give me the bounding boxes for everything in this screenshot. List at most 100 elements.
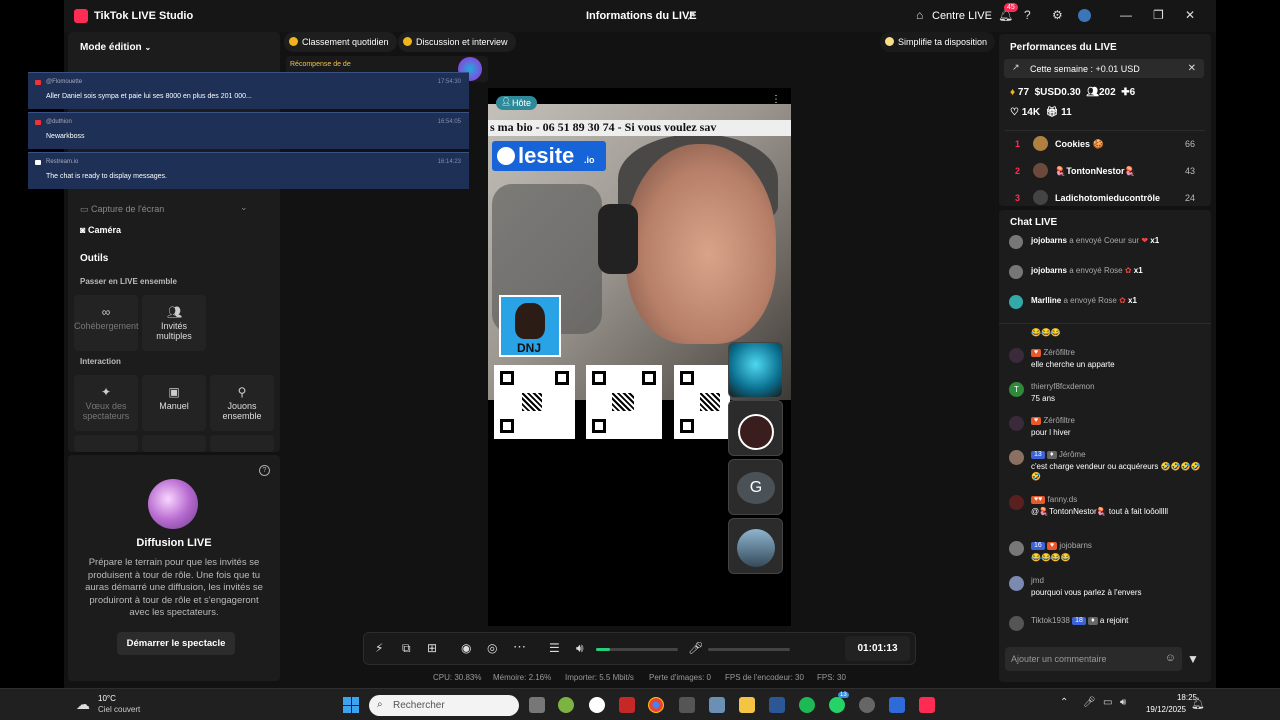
mic-tray-icon[interactable]: 🎤︎ — [1083, 697, 1096, 708]
jouons-button[interactable]: ⚲ Jouons ensemble — [210, 375, 274, 431]
guest-tile-3[interactable]: G — [728, 459, 783, 515]
start-show-button[interactable]: Démarrer le spectacle — [117, 632, 235, 655]
chat-text: pour l hiver — [1031, 428, 1071, 437]
screen-capture-item[interactable]: ▭ Capture de l'écran — [80, 204, 164, 215]
avatar — [1033, 190, 1048, 205]
chevron-down-icon[interactable]: ⌄ — [240, 202, 248, 213]
avatar — [1009, 450, 1024, 465]
task-view-icon[interactable] — [529, 697, 545, 713]
new-followers-icon: ✚ — [1121, 87, 1130, 98]
network-icon[interactable]: ▭ — [1103, 697, 1112, 708]
emoji-icon[interactable]: ☺ — [1165, 652, 1176, 664]
maximize-icon[interactable]: ❐ — [1153, 8, 1164, 22]
disco-ball-icon — [148, 479, 198, 529]
ranking-row[interactable]: 2 🪼TontonNestor🪼 43 — [1015, 163, 1195, 179]
chrome-icon[interactable] — [648, 697, 664, 713]
tool-row-item[interactable] — [210, 435, 274, 452]
clock-date[interactable]: 19/12/2025 — [1140, 705, 1186, 714]
classement-chip[interactable]: Classement quotidien — [284, 32, 397, 52]
ranking-row[interactable]: 3 Ladichotomieducontrôle 24 — [1015, 190, 1195, 206]
mode-edition-dropdown[interactable]: Mode édition ⌄ — [80, 42, 151, 53]
weather-temp[interactable]: 10°C — [98, 694, 116, 703]
avatar — [1009, 348, 1024, 363]
taskbar-search[interactable]: ⌕ Rechercher — [369, 695, 519, 716]
share-icon[interactable]: ↗ — [686, 9, 696, 23]
avatar — [1009, 235, 1023, 249]
app-icon[interactable] — [859, 697, 875, 713]
centre-live-link[interactable]: Centre LIVE — [932, 10, 992, 22]
tool-row-item[interactable] — [74, 435, 138, 452]
calculator-icon[interactable] — [709, 697, 725, 713]
app-icon[interactable] — [889, 697, 905, 713]
volume-tray-icon[interactable]: 🔊︎ — [1120, 697, 1126, 708]
whatsapp-icon[interactable] — [829, 697, 845, 713]
guest-tile-1[interactable] — [728, 342, 783, 398]
chat-text: a rejoint — [1099, 616, 1129, 625]
more-icon[interactable]: ⋯ — [513, 639, 526, 655]
wish-icon: ✦ — [100, 385, 112, 399]
simplifie-chip[interactable]: Simplifie ta disposition — [880, 32, 996, 52]
cohebergement-button[interactable]: ∞ Cohébergement — [74, 295, 139, 351]
live-timer: 01:01:13 — [845, 636, 910, 661]
live-info-title[interactable]: Informations du LIVE — [586, 10, 697, 22]
tool-row-item[interactable] — [142, 435, 206, 452]
diffusion-description: Prépare le terrain pour que les invités … — [85, 557, 263, 618]
help-icon[interactable]: ? — [259, 465, 270, 476]
app-icon[interactable] — [769, 697, 785, 713]
level-badge: 13 — [1031, 450, 1045, 459]
guest-tile-4[interactable] — [728, 518, 783, 574]
app-icon[interactable] — [679, 697, 695, 713]
windows-start-icon[interactable] — [343, 697, 359, 713]
guest-initial: G — [737, 472, 775, 504]
speaker-icon[interactable]: 🔊︎ — [576, 641, 584, 656]
stats-row-1: ♦ 77 $USD0.30 👥︎202 ✚6 — [1010, 87, 1135, 98]
chat-username: Tiktok1938 — [1031, 616, 1070, 625]
home-icon[interactable]: ⌂ — [916, 8, 923, 22]
microphone-icon[interactable]: 🎤︎ — [688, 641, 703, 655]
app-icon[interactable] — [558, 697, 574, 713]
avatar[interactable] — [1078, 9, 1091, 22]
voeux-button[interactable]: ✦ Vœux des spectateurs — [74, 375, 138, 431]
camera-item[interactable]: ◙ Caméra — [80, 225, 121, 235]
help-icon[interactable]: ? — [1024, 8, 1031, 22]
fan-badge: ♥ — [1031, 416, 1042, 425]
minimize-icon[interactable]: — — [1120, 8, 1132, 22]
record-icon[interactable]: ◉ — [461, 641, 471, 655]
usd-value: USD0.30 — [1040, 87, 1081, 98]
guest-tile-2[interactable] — [728, 400, 783, 456]
app-icon[interactable] — [589, 697, 605, 713]
invites-button[interactable]: 👥︎ Invités multiples — [142, 295, 206, 351]
ranking-row[interactable]: 1 Cookies 🍪 66 — [1015, 136, 1195, 152]
screenshot-icon[interactable]: ◎ — [487, 641, 497, 655]
gear-icon[interactable]: ⚙ — [1052, 8, 1063, 22]
more-options-icon[interactable]: ⋮ — [771, 94, 781, 105]
spotify-icon[interactable] — [799, 697, 815, 713]
chevron-up-icon[interactable]: ⌃ — [1060, 697, 1068, 708]
notification-bell-icon[interactable]: 🔔︎ — [1191, 697, 1205, 710]
comment-input[interactable]: Ajouter un commentaire ☺ — [1005, 647, 1182, 671]
gifts-count: 11 — [1061, 107, 1072, 118]
youtube-icon — [35, 120, 41, 125]
discussion-chip[interactable]: Discussion et interview — [398, 32, 516, 52]
add-source-icon[interactable]: ⊞ — [427, 641, 437, 655]
mic-slider[interactable] — [708, 648, 790, 651]
gift-text: a envoyé Rose — [1069, 266, 1123, 275]
weather-desc[interactable]: Ciel couvert — [98, 705, 140, 714]
banner-text: s ma bio - 06 51 89 30 74 - Si vous voul… — [488, 120, 791, 136]
filter-icon[interactable]: ▼ — [1187, 652, 1199, 666]
magic-wand-icon[interactable]: ⚡︎ — [375, 641, 383, 655]
settings-sliders-icon[interactable]: ☰ — [549, 641, 560, 655]
close-icon[interactable]: ✕ — [1185, 8, 1195, 22]
close-icon[interactable]: ✕ — [1188, 63, 1196, 74]
layout-icon[interactable]: ⧉ — [402, 641, 411, 656]
tiktok-taskbar-icon[interactable] — [919, 697, 935, 713]
whatsapp-badge: 13 — [838, 692, 849, 698]
likes-count: 14K — [1021, 107, 1041, 118]
app-icon[interactable] — [619, 697, 635, 713]
fan-badge: ♥ — [1031, 348, 1042, 357]
manuel-button[interactable]: ▣ Manuel — [142, 375, 206, 431]
week-earnings-bar[interactable]: ↗ Cette semaine : +0.01 USD ✕ — [1004, 59, 1204, 78]
outils-heading: Outils — [80, 253, 109, 264]
folder-icon[interactable] — [739, 697, 755, 713]
avatar — [1009, 295, 1023, 309]
